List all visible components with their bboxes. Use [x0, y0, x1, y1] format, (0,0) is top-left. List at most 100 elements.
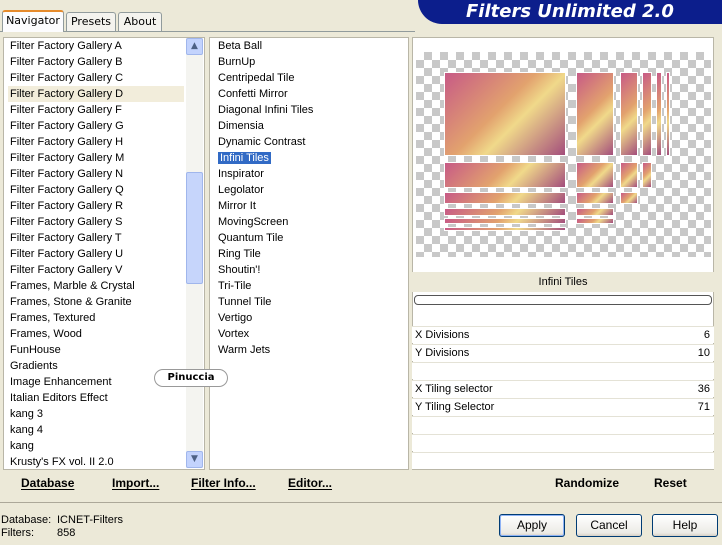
filter-item[interactable]: Dimensia: [216, 118, 396, 134]
category-item[interactable]: kang 3: [8, 406, 184, 422]
parameter-label: X Divisions: [415, 329, 470, 341]
filter-item[interactable]: Mirror It: [216, 198, 396, 214]
tab-navigator[interactable]: Navigator: [2, 10, 64, 32]
filter-item[interactable]: Tunnel Tile: [216, 294, 396, 310]
category-item[interactable]: Filter Factory Gallery U: [8, 246, 184, 262]
category-item[interactable]: Frames, Textured: [8, 310, 184, 326]
cancel-button[interactable]: Cancel: [576, 514, 642, 537]
category-item[interactable]: Filter Factory Gallery V: [8, 262, 184, 278]
parameter-value[interactable]: 6: [704, 327, 710, 343]
parameter-row[interactable]: X Tiling selector 36: [412, 380, 714, 397]
filter-item[interactable]: Infini Tiles: [216, 150, 396, 166]
filter-item[interactable]: Inspirator: [216, 166, 396, 182]
filter-item-label: Ring Tile: [218, 248, 261, 260]
watermark-signature: Pinuccia: [154, 369, 228, 387]
category-item[interactable]: Frames, Marble & Crystal: [8, 278, 184, 294]
category-item[interactable]: Filter Factory Gallery A: [8, 38, 184, 54]
filter-item[interactable]: Dynamic Contrast: [216, 134, 396, 150]
filter-item[interactable]: MovingScreen: [216, 214, 396, 230]
parameter-row[interactable]: [412, 362, 714, 379]
category-item[interactable]: Filter Factory Gallery C: [8, 70, 184, 86]
category-item[interactable]: Filter Factory Gallery N: [8, 166, 184, 182]
category-item[interactable]: Filter Factory Gallery T: [8, 230, 184, 246]
scroll-thumb[interactable]: [186, 172, 203, 284]
filter-info-button[interactable]: Filter Info...: [191, 476, 256, 490]
empty-parameter-row: [412, 416, 714, 433]
filter-item[interactable]: Centripedal Tile: [216, 70, 396, 86]
app-title: Filters Unlimited 2.0: [466, 1, 674, 22]
parameter-label: Y Tiling Selector: [415, 401, 495, 413]
filter-item-label: Tunnel Tile: [218, 296, 272, 308]
database-button[interactable]: Database: [21, 476, 74, 490]
preview-tile: [576, 162, 614, 188]
category-scrollbar[interactable]: ▲ ▼: [186, 38, 203, 468]
parameter-value[interactable]: 36: [698, 381, 710, 397]
parameter-label: Y Divisions: [415, 347, 470, 359]
preview-tile: [576, 72, 614, 156]
reset-button[interactable]: Reset: [654, 476, 687, 490]
category-item[interactable]: Filter Factory Gallery D: [8, 86, 184, 102]
parameter-value[interactable]: 10: [698, 345, 710, 361]
filter-item-label: Vortex: [218, 328, 250, 340]
category-item[interactable]: kang: [8, 438, 184, 454]
parameter-row[interactable]: Y Tiling Selector 71: [412, 398, 714, 415]
filter-item[interactable]: Quantum Tile: [216, 230, 396, 246]
tab-presets[interactable]: Presets: [66, 12, 116, 31]
category-item[interactable]: FunHouse: [8, 342, 184, 358]
category-item[interactable]: Italian Editors Effect: [8, 390, 184, 406]
filter-item-label: Mirror It: [218, 200, 256, 212]
preview-image: [416, 52, 711, 257]
preview-tile: [666, 72, 670, 156]
scroll-up-button[interactable]: ▲: [186, 38, 203, 55]
filter-item[interactable]: Confetti Mirror: [216, 86, 396, 102]
category-item[interactable]: Frames, Stone & Granite: [8, 294, 184, 310]
parameter-label: X Tiling selector: [415, 383, 493, 395]
import-button[interactable]: Import...: [112, 476, 159, 490]
parameter-row[interactable]: X Divisions 6: [412, 326, 714, 343]
category-item[interactable]: Filter Factory Gallery F: [8, 102, 184, 118]
editor-button[interactable]: Editor...: [288, 476, 332, 490]
preview-tile: [620, 162, 638, 188]
filter-item[interactable]: Legolator: [216, 182, 396, 198]
filter-item[interactable]: Shoutin'!: [216, 262, 396, 278]
filter-item[interactable]: Vertigo: [216, 310, 396, 326]
apply-button[interactable]: Apply: [499, 514, 565, 537]
filter-item-label: MovingScreen: [218, 216, 289, 228]
preview-tile: [444, 72, 566, 156]
category-item[interactable]: Frames, Wood: [8, 326, 184, 342]
empty-parameter-row: [412, 434, 714, 451]
filter-item[interactable]: Vortex: [216, 326, 396, 342]
filter-item-label: Tri-Tile: [218, 280, 252, 292]
tab-about[interactable]: About: [118, 12, 162, 31]
filter-item[interactable]: Ring Tile: [216, 246, 396, 262]
scroll-down-button[interactable]: ▼: [186, 451, 203, 468]
parameter-row[interactable]: Y Divisions 10: [412, 344, 714, 361]
category-item[interactable]: Filter Factory Gallery H: [8, 134, 184, 150]
progress-bar: [414, 295, 712, 305]
category-item[interactable]: kang 4: [8, 422, 184, 438]
parameter-value[interactable]: 71: [698, 399, 710, 415]
preview-tile: [642, 72, 652, 156]
category-item[interactable]: Krusty's FX vol. II 2.0: [8, 454, 184, 470]
help-button[interactable]: Help: [652, 514, 718, 537]
preview-tile: [576, 192, 614, 204]
category-item[interactable]: Filter Factory Gallery S: [8, 214, 184, 230]
filter-item[interactable]: BurnUp: [216, 54, 396, 70]
preview-tile: [620, 192, 638, 204]
filter-item[interactable]: Beta Ball: [216, 38, 396, 54]
filter-item-label: Warm Jets: [218, 344, 271, 356]
filter-item[interactable]: Diagonal Infini Tiles: [216, 102, 396, 118]
randomize-button[interactable]: Randomize: [555, 476, 619, 490]
category-list: Filter Factory Gallery A Filter Factory G…: [8, 38, 184, 470]
category-item[interactable]: Filter Factory Gallery Q: [8, 182, 184, 198]
category-item[interactable]: Filter Factory Gallery B: [8, 54, 184, 70]
category-item[interactable]: Filter Factory Gallery M: [8, 150, 184, 166]
category-item[interactable]: Filter Factory Gallery G: [8, 118, 184, 134]
filter-item[interactable]: Tri-Tile: [216, 278, 396, 294]
preview-tile: [444, 192, 566, 204]
category-item[interactable]: Filter Factory Gallery R: [8, 198, 184, 214]
filter-item[interactable]: Warm Jets: [216, 342, 396, 358]
filter-item-label: Quantum Tile: [218, 232, 284, 244]
filters-count-label: Filters:: [1, 527, 34, 539]
preview-tile: [444, 208, 566, 216]
